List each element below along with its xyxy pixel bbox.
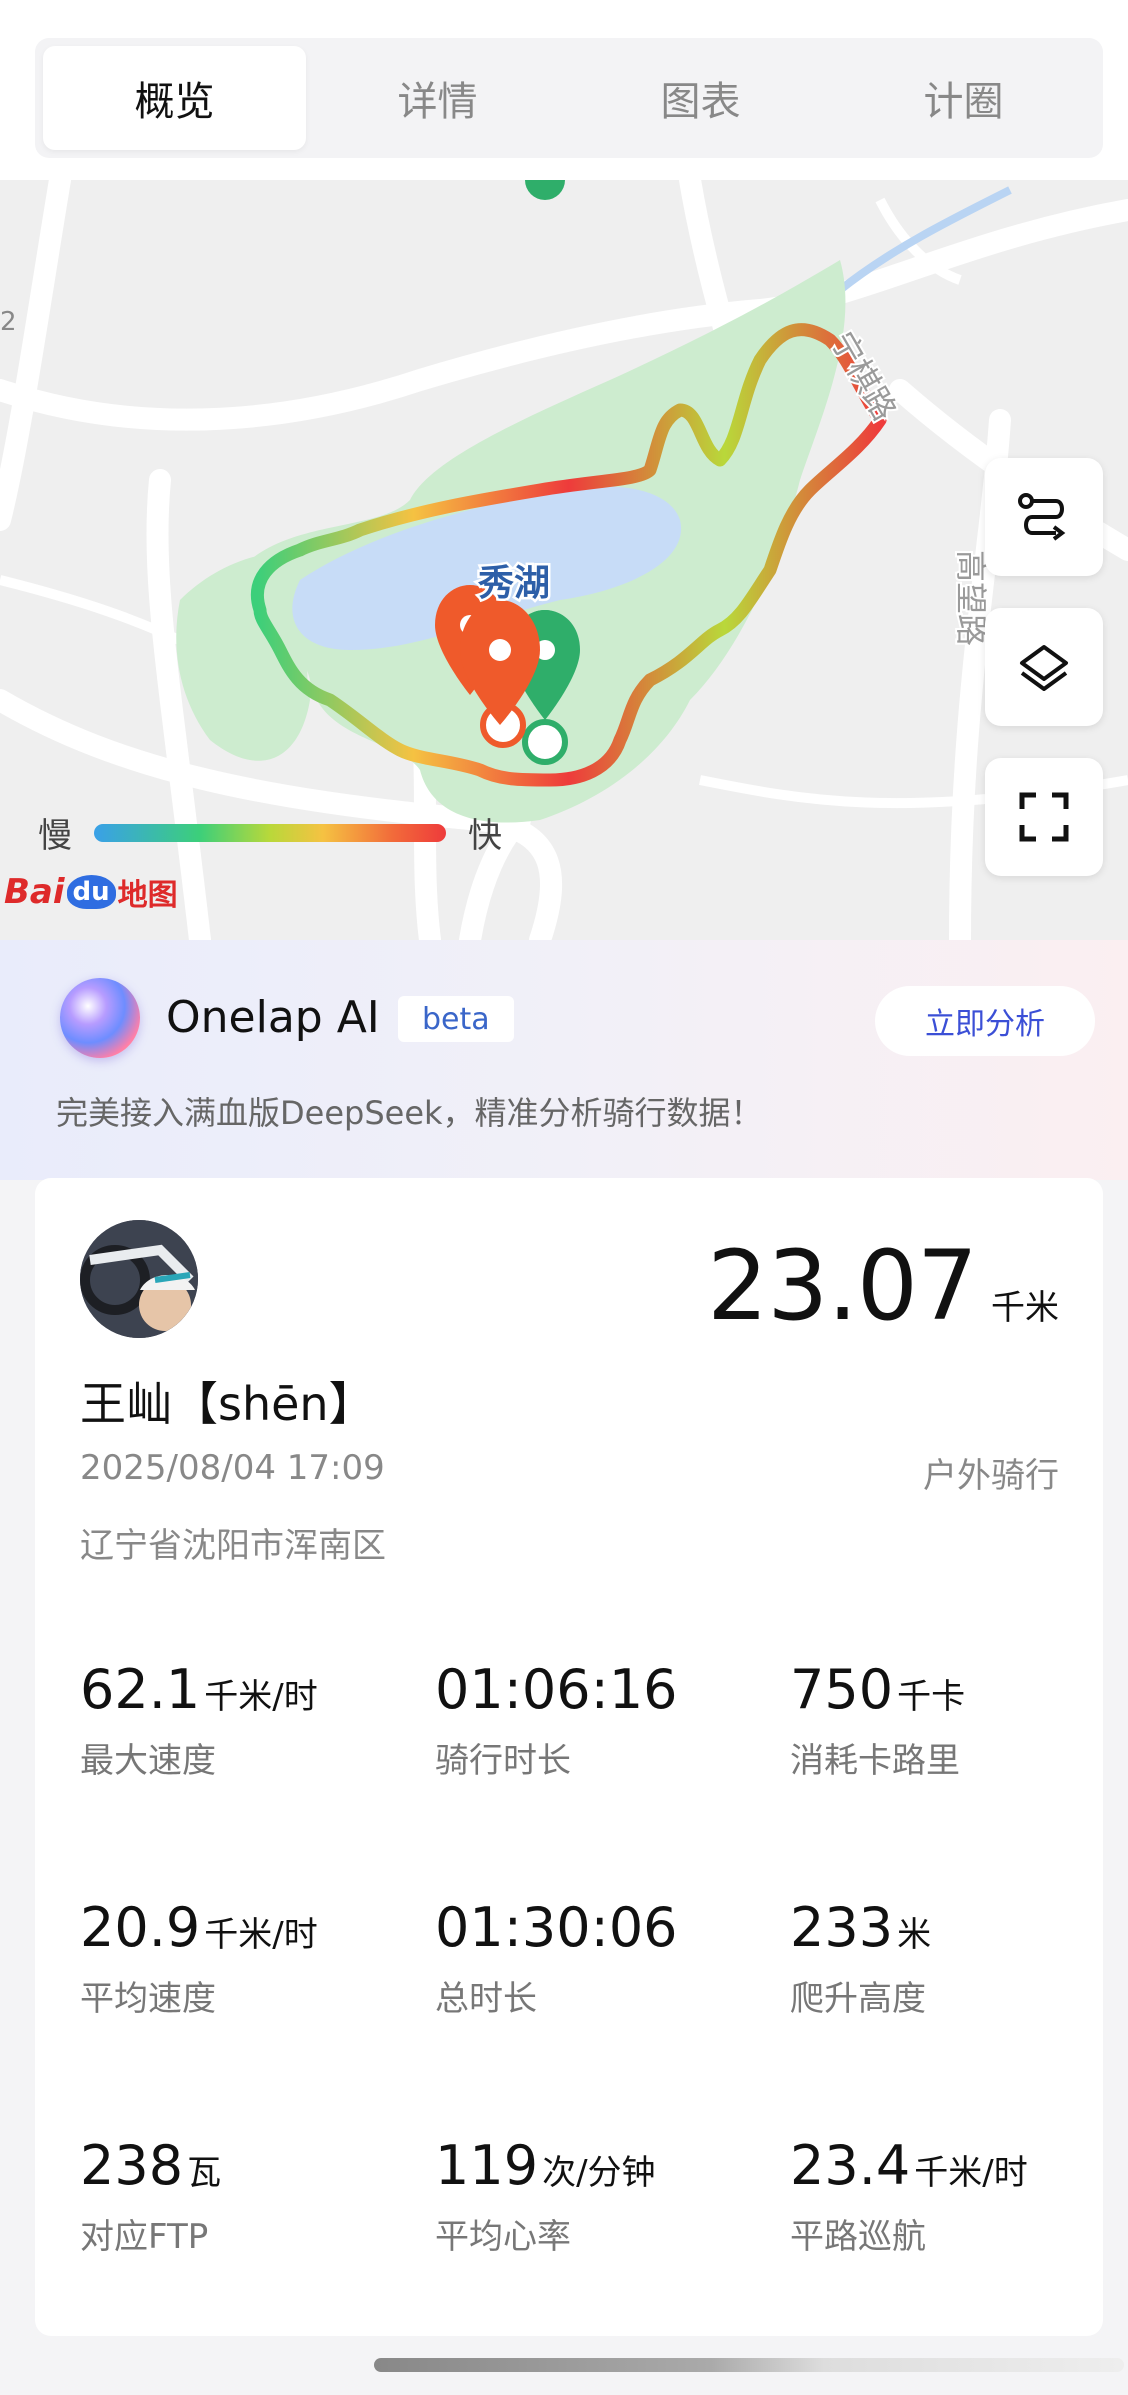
stat-value: 62.1 <box>80 1658 201 1721</box>
ai-subtitle: 完美接入满血版DeepSeek，精准分析骑行数据！ <box>56 1094 763 1132</box>
ai-title: Onelap AI <box>166 992 380 1043</box>
tab-bar: 概览 详情 图表 计圈 <box>35 38 1103 158</box>
speed-legend: 慢 快 <box>38 808 502 857</box>
route-icon <box>1018 493 1066 541</box>
stat-value: 233 <box>790 1896 894 1959</box>
stat-unit: 瓦 <box>187 2153 222 2193</box>
stat-avg-heart-rate: 119 次/分钟 平均心率 <box>435 2134 775 2258</box>
route-map[interactable]: 秀湖 宁棋路 高望路 2 慢 快 Bai du 地图 <box>0 180 1128 940</box>
stat-riding-time: 01:06:16 骑行时长 <box>435 1658 775 1782</box>
route-toggle-button[interactable] <box>985 458 1103 576</box>
stat-value: 20.9 <box>80 1896 201 1959</box>
fullscreen-icon <box>1019 792 1069 842</box>
layers-icon <box>1020 645 1068 691</box>
stat-label: 平均心率 <box>435 2217 571 2257</box>
stat-unit: 千米/时 <box>204 1677 318 1717</box>
ride-type: 户外骑行 <box>923 1456 1059 1496</box>
user-name: 王屾【shēn】 <box>80 1377 375 1431</box>
stat-value: 23.4 <box>790 2134 911 2197</box>
stat-calories: 750 千卡 消耗卡路里 <box>790 1658 1128 1782</box>
stat-elevation-gain: 233 米 爬升高度 <box>790 1896 1128 2020</box>
ai-banner: Onelap AI beta 立即分析 完美接入满血版DeepSeek，精准分析… <box>0 940 1128 1180</box>
legend-slow-label: 慢 <box>38 816 72 856</box>
beta-badge: beta <box>398 996 514 1042</box>
stat-value: 01:30:06 <box>435 1896 678 1959</box>
stat-value: 238 <box>80 2134 184 2197</box>
stat-label: 对应FTP <box>80 2217 209 2257</box>
stat-value: 750 <box>790 1658 894 1721</box>
layers-button[interactable] <box>985 608 1103 726</box>
stat-label: 总时长 <box>435 1979 537 2019</box>
stat-label: 平路巡航 <box>790 2217 926 2257</box>
stat-unit: 千米/时 <box>914 2153 1028 2193</box>
avatar-image <box>80 1220 198 1338</box>
ride-location: 辽宁省沈阳市浑南区 <box>80 1526 386 1566</box>
stat-label: 最大速度 <box>80 1741 216 1781</box>
analyze-now-button[interactable]: 立即分析 <box>875 986 1095 1056</box>
baidu-map-logo: Bai du 地图 <box>4 872 178 913</box>
stat-label: 爬升高度 <box>790 1979 926 2019</box>
stat-avg-speed: 20.9 千米/时 平均速度 <box>80 1896 420 2020</box>
tab-overview[interactable]: 概览 <box>43 46 306 150</box>
stat-label: 骑行时长 <box>435 1741 571 1781</box>
distance-value: 23.07 <box>707 1230 978 1342</box>
home-indicator[interactable] <box>374 2358 1124 2372</box>
stat-unit: 米 <box>897 1915 932 1955</box>
stat-unit: 次/分钟 <box>542 2153 656 2193</box>
stat-unit: 千卡 <box>897 1677 966 1717</box>
legend-gradient-bar <box>94 823 446 842</box>
stat-label: 消耗卡路里 <box>790 1741 960 1781</box>
top-bar: 概览 详情 图表 计圈 <box>0 0 1128 180</box>
lake-label: 秀湖 <box>477 563 550 604</box>
stat-total-time: 01:30:06 总时长 <box>435 1896 775 2020</box>
tab-details[interactable]: 详情 <box>306 46 569 150</box>
ride-summary-card: 23.07 千米 王屾【shēn】 2025/08/04 17:09 户外骑行 … <box>35 1178 1103 2336</box>
stat-value: 119 <box>435 2134 539 2197</box>
total-distance: 23.07 千米 <box>707 1230 1059 1342</box>
distance-unit: 千米 <box>991 1288 1059 1328</box>
stat-flat-cruise: 23.4 千米/时 平路巡航 <box>790 2134 1128 2258</box>
tab-charts[interactable]: 图表 <box>569 46 832 150</box>
onelap-ai-logo-icon <box>60 978 140 1058</box>
ride-datetime: 2025/08/04 17:09 <box>80 1448 385 1488</box>
stat-max-speed: 62.1 千米/时 最大速度 <box>80 1658 420 1782</box>
stat-label: 平均速度 <box>80 1979 216 2019</box>
tab-laps[interactable]: 计圈 <box>832 46 1095 150</box>
legend-fast-label: 快 <box>468 816 502 856</box>
avatar[interactable] <box>80 1220 198 1338</box>
edge-label: 2 <box>0 307 17 337</box>
stat-unit: 千米/时 <box>204 1915 318 1955</box>
stat-value: 01:06:16 <box>435 1658 678 1721</box>
fullscreen-button[interactable] <box>985 758 1103 876</box>
stat-ftp: 238 瓦 对应FTP <box>80 2134 420 2258</box>
